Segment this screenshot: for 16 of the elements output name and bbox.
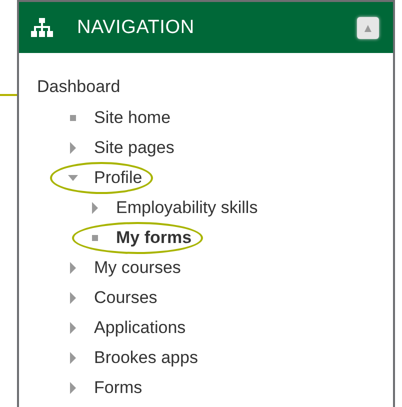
nav-link[interactable]: My courses [94, 258, 181, 278]
nav-link[interactable]: Profile [94, 168, 142, 188]
nav-link[interactable]: Forms [94, 378, 142, 398]
panel-title: NAVIGATION [77, 16, 196, 38]
nav-link[interactable]: Brookes apps [94, 348, 198, 368]
nav-link[interactable]: Employability skills [116, 198, 258, 218]
sitemap-icon [31, 18, 53, 38]
nav-link[interactable]: My forms [116, 228, 192, 248]
nav-link[interactable]: Site home [94, 108, 171, 128]
nav-link[interactable]: Applications [94, 318, 186, 338]
nav-link[interactable]: Courses [94, 288, 158, 308]
leader-line [0, 94, 17, 96]
bullet-icon [67, 112, 79, 124]
bullet-icon [89, 232, 101, 244]
nav-link[interactable]: Dashboard [37, 77, 120, 97]
nav-link[interactable]: Site pages [94, 138, 174, 158]
